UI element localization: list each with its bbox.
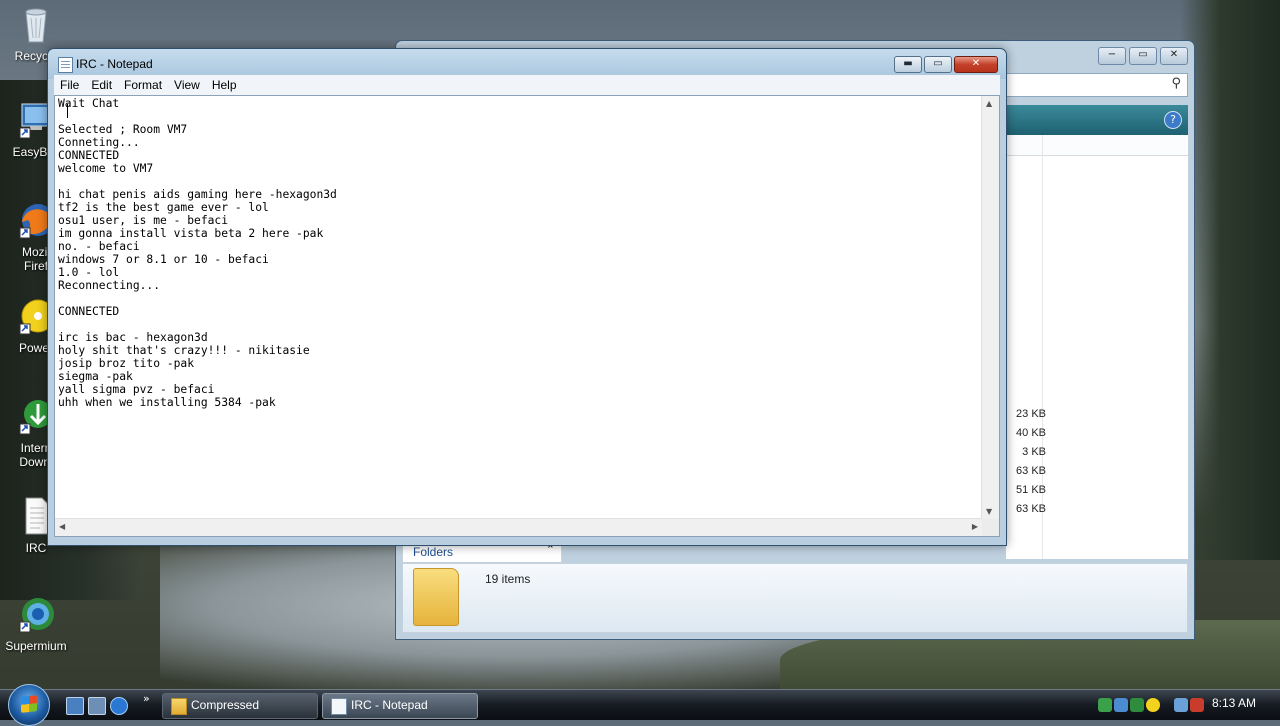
horizontal-scrollbar[interactable]: ◀ ▶ [55,518,982,536]
vertical-scrollbar[interactable]: ▲ ▼ [981,96,999,519]
menu-file[interactable]: File [54,75,85,95]
folders-label: Folders [413,545,454,559]
items-count: 19 items [485,572,531,586]
clock[interactable]: 8:13 AM [1212,696,1256,710]
scroll-down-icon[interactable]: ▼ [986,507,992,516]
system-tray: 8:13 AM [1090,691,1280,719]
scrollbar-corner [982,519,999,536]
download-manager-tray-icon[interactable] [1130,698,1144,712]
explorer-command-bar: ? [1006,105,1188,135]
explorer-search-box[interactable]: ⚲ [1006,73,1188,97]
network-status-icon[interactable] [1098,698,1112,712]
quicklaunch-overflow-icon[interactable]: » [143,692,150,705]
document-text[interactable]: Wait Chat Selected ; Room VM7 Conneting.… [58,97,977,518]
file-size: 63 KB [1016,465,1046,477]
recycle-bin-icon [25,8,47,43]
window-title: IRC - Notepad [76,57,153,71]
notepad-icon[interactable] [58,57,73,73]
taskbar-item-compressed[interactable]: Compressed [162,693,318,719]
notepad-icon [331,698,347,715]
dvd-tray-icon[interactable] [1146,698,1160,712]
scroll-left-icon[interactable]: ◀ [59,522,65,531]
text-cursor-icon [67,104,68,118]
menu-format[interactable]: Format [118,75,168,95]
menu-edit[interactable]: Edit [85,75,118,95]
explorer-minimize-button[interactable]: − [1098,47,1126,65]
taskbar: » Compressed IRC - Notepad 8:13 AM [0,684,1280,726]
explorer-file-list[interactable]: 23 KB 40 KB 3 KB 63 KB 51 KB 63 KB [1006,135,1188,559]
explorer-title-buttons: − ▭ ✕ [1098,47,1188,65]
explorer-maximize-button[interactable]: ▭ [1129,47,1157,65]
desktop-icon-label: Supermium [5,639,67,653]
menu-view[interactable]: View [168,75,206,95]
file-size: 3 KB [1022,446,1046,458]
close-button[interactable]: ✕ [954,56,998,73]
network-icon[interactable] [1174,698,1188,712]
supermium-browser-icon [19,598,54,633]
wallpaper-trees-right [1180,0,1280,560]
help-icon[interactable]: ? [1164,111,1182,129]
taskbar-item-label: IRC - Notepad [351,698,428,712]
desktop-icon-supermium[interactable]: Supermium [0,594,72,653]
text-editor-area[interactable]: Wait Chat Selected ; Room VM7 Conneting.… [54,95,1000,537]
volume-muted-icon[interactable] [1190,698,1204,712]
file-size: 40 KB [1016,427,1046,439]
internet-explorer-icon[interactable] [110,697,128,715]
explorer-details-pane: 19 items [402,563,1188,633]
file-size: 51 KB [1016,484,1046,496]
notepad-window[interactable]: IRC - Notepad ▬ ▭ ✕ File Edit Format Vie… [47,48,1007,546]
explorer-size-column: 23 KB 40 KB 3 KB 63 KB 51 KB 63 KB [1006,405,1046,519]
tray-app-icon[interactable] [1114,698,1128,712]
explorer-column-header[interactable] [1006,135,1188,156]
taskbar-item-label: Compressed [191,698,260,712]
taskbar-item-irc-notepad[interactable]: IRC - Notepad [322,693,478,719]
menu-help[interactable]: Help [206,75,243,95]
folder-icon [413,568,459,626]
scroll-right-icon[interactable]: ▶ [972,522,978,531]
minimize-button[interactable]: ▬ [894,56,922,73]
folder-icon [171,698,187,715]
show-desktop-icon[interactable] [66,697,84,715]
maximize-button[interactable]: ▭ [924,56,952,73]
menu-bar: File Edit Format View Help [54,75,1000,95]
explorer-close-button[interactable]: ✕ [1160,47,1188,65]
file-size: 63 KB [1016,503,1046,515]
window-controls: ▬ ▭ ✕ [894,56,998,73]
search-icon[interactable]: ⚲ [1171,76,1181,91]
file-size: 23 KB [1016,408,1046,420]
switch-windows-icon[interactable] [88,697,106,715]
scroll-up-icon[interactable]: ▲ [986,99,992,108]
